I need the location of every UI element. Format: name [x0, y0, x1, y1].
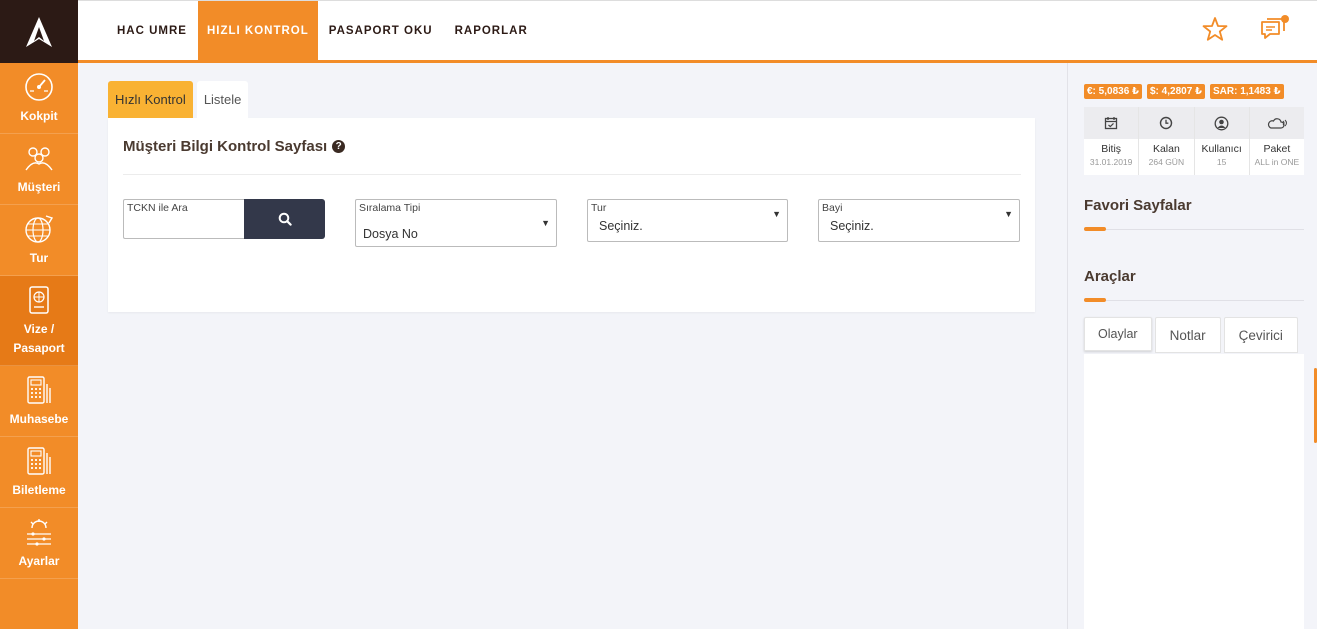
stat-value: ALL in ONE	[1254, 157, 1300, 167]
sidebar-item-ayarlar[interactable]: Ayarlar	[0, 508, 78, 579]
favorites-title: Favori Sayfalar	[1084, 197, 1192, 214]
siralama-value: Dosya No	[363, 227, 418, 241]
tckn-label: TCKN ile Ara	[127, 202, 188, 214]
siralama-label: Sıralama Tipi	[359, 202, 421, 214]
tur-value: Seçiniz.	[599, 219, 643, 233]
tab-hizli-kontrol[interactable]: Hızlı Kontrol	[108, 81, 193, 118]
tur-select[interactable]: Tur Seçiniz. ▼	[587, 199, 788, 242]
license-stats: Bitiş 31.01.2019 Kalan 264 GÜN Kullanıcı…	[1084, 107, 1304, 175]
tab-olaylar[interactable]: Olaylar	[1084, 317, 1152, 351]
speedometer-icon	[25, 72, 53, 101]
globe-plane-icon	[25, 214, 54, 243]
passport-icon	[29, 285, 49, 314]
tools-tab-content	[1084, 354, 1304, 629]
ticket-calculator-icon	[27, 446, 51, 475]
cloud-icon	[1267, 118, 1287, 129]
currency-sar: SAR: 1,1483 ₺	[1210, 84, 1284, 99]
stat-value: 31.01.2019	[1089, 157, 1133, 167]
sidebar-item-musteri[interactable]: Müşteri	[0, 134, 78, 205]
search-button[interactable]	[244, 199, 325, 239]
stat-kullanici: Kullanıcı 15	[1194, 107, 1250, 175]
stat-kalan: Kalan 264 GÜN	[1139, 107, 1195, 175]
right-panel: €: 5,0836 ₺ $: 4,2807 ₺ SAR: 1,1483 ₺ Bi…	[1067, 63, 1317, 629]
main-tabs: Hızlı Kontrol Listele	[108, 81, 1035, 118]
menu-pasaport-oku[interactable]: PASAPORT OKU	[318, 1, 444, 60]
page-title: Müşteri Bilgi Kontrol Sayfası ?	[123, 118, 1021, 175]
chevron-down-icon: ▼	[1004, 209, 1013, 219]
sidebar-item-biletleme[interactable]: Biletleme	[0, 437, 78, 508]
menu-raporlar[interactable]: RAPORLAR	[444, 1, 539, 60]
stat-bitis: Bitiş 31.01.2019	[1084, 107, 1140, 175]
calculator-icon	[27, 375, 51, 404]
app-logo[interactable]	[0, 0, 78, 63]
sidebar-label: Müşteri	[17, 179, 61, 194]
star-icon[interactable]	[1201, 15, 1229, 43]
sidebar-label: Biletleme	[12, 482, 66, 497]
stat-label: Kullanıcı	[1201, 143, 1242, 155]
calendar-icon	[1104, 117, 1118, 130]
sidebar-item-kokpit[interactable]: Kokpit	[0, 63, 78, 134]
stat-paket: Paket ALL in ONE	[1249, 107, 1304, 175]
tckn-search-input[interactable]: TCKN ile Ara	[123, 199, 245, 239]
menu-hizli-kontrol[interactable]: HIZLI KONTROL	[197, 1, 318, 60]
sidebar-label: Kokpit	[20, 108, 58, 123]
tab-notlar[interactable]: Notlar	[1154, 317, 1221, 353]
stat-label: Kalan	[1152, 143, 1180, 155]
sidebar-label: Ayarlar	[18, 553, 60, 568]
sidebar-item-tur[interactable]: Tur	[0, 205, 78, 276]
tur-label: Tur	[591, 202, 607, 214]
bayi-value: Seçiniz.	[830, 219, 874, 233]
siralama-tipi-select[interactable]: Sıralama Tipi Dosya No ▼	[355, 199, 557, 247]
tab-listele[interactable]: Listele	[196, 81, 249, 118]
tools-tabs: Olaylar Notlar Çevirici	[1084, 317, 1298, 353]
menu-hac-umre[interactable]: HAC UMRE	[106, 1, 198, 60]
clock-icon	[1160, 116, 1173, 130]
search-icon	[278, 212, 292, 226]
main-content: Hızlı Kontrol Listele Müşteri Bilgi Kont…	[108, 81, 1035, 312]
stat-value: 15	[1216, 157, 1227, 167]
section-accent	[1084, 298, 1106, 302]
help-icon[interactable]: ?	[332, 139, 346, 153]
divider	[1084, 229, 1304, 230]
page-title-text: Müşteri Bilgi Kontrol Sayfası	[123, 137, 328, 155]
currency-eur: €: 5,0836 ₺	[1084, 84, 1142, 99]
divider	[1084, 300, 1304, 301]
settings-sliders-icon	[27, 518, 51, 546]
notification-dot	[1281, 15, 1289, 23]
bayi-label: Bayi	[822, 202, 843, 214]
sidebar-item-muhasebe[interactable]: Muhasebe	[0, 366, 78, 437]
currency-usd: $: 4,2807 ₺	[1147, 84, 1205, 99]
sidebar-label: Tur	[29, 250, 49, 265]
sidebar-label: Muhasebe	[9, 411, 69, 426]
user-icon	[1214, 116, 1229, 130]
sidebar-label: Vize / Pasaport	[13, 321, 65, 355]
stat-value: 264 GÜN	[1148, 157, 1185, 167]
sidebar-item-vize-pasaport[interactable]: Vize / Pasaport	[0, 276, 78, 366]
tab-cevirici[interactable]: Çevirici	[1223, 317, 1298, 353]
tools-title: Araçlar	[1084, 268, 1136, 285]
chevron-down-icon: ▼	[541, 218, 550, 228]
logo-icon	[26, 16, 52, 47]
customers-icon	[25, 146, 53, 170]
section-accent	[1084, 227, 1106, 231]
sidebar: Kokpit Müşteri Tur Vize / Pasaport Muhas…	[0, 0, 78, 629]
bayi-select[interactable]: Bayi Seçiniz. ▼	[818, 199, 1020, 242]
stat-label: Paket	[1263, 143, 1291, 155]
filter-row: TCKN ile Ara Sıralama Tipi Dosya No ▼ Tu…	[123, 175, 1021, 295]
chevron-down-icon: ▼	[772, 209, 781, 219]
currency-rates: €: 5,0836 ₺ $: 4,2807 ₺ SAR: 1,1483 ₺	[1084, 84, 1284, 99]
stat-label: Bitiş	[1101, 143, 1122, 155]
control-card: Müşteri Bilgi Kontrol Sayfası ? TCKN ile…	[108, 118, 1035, 312]
top-menu-bar: HAC UMRE HIZLI KONTROL PASAPORT OKU RAPO…	[78, 0, 1317, 63]
